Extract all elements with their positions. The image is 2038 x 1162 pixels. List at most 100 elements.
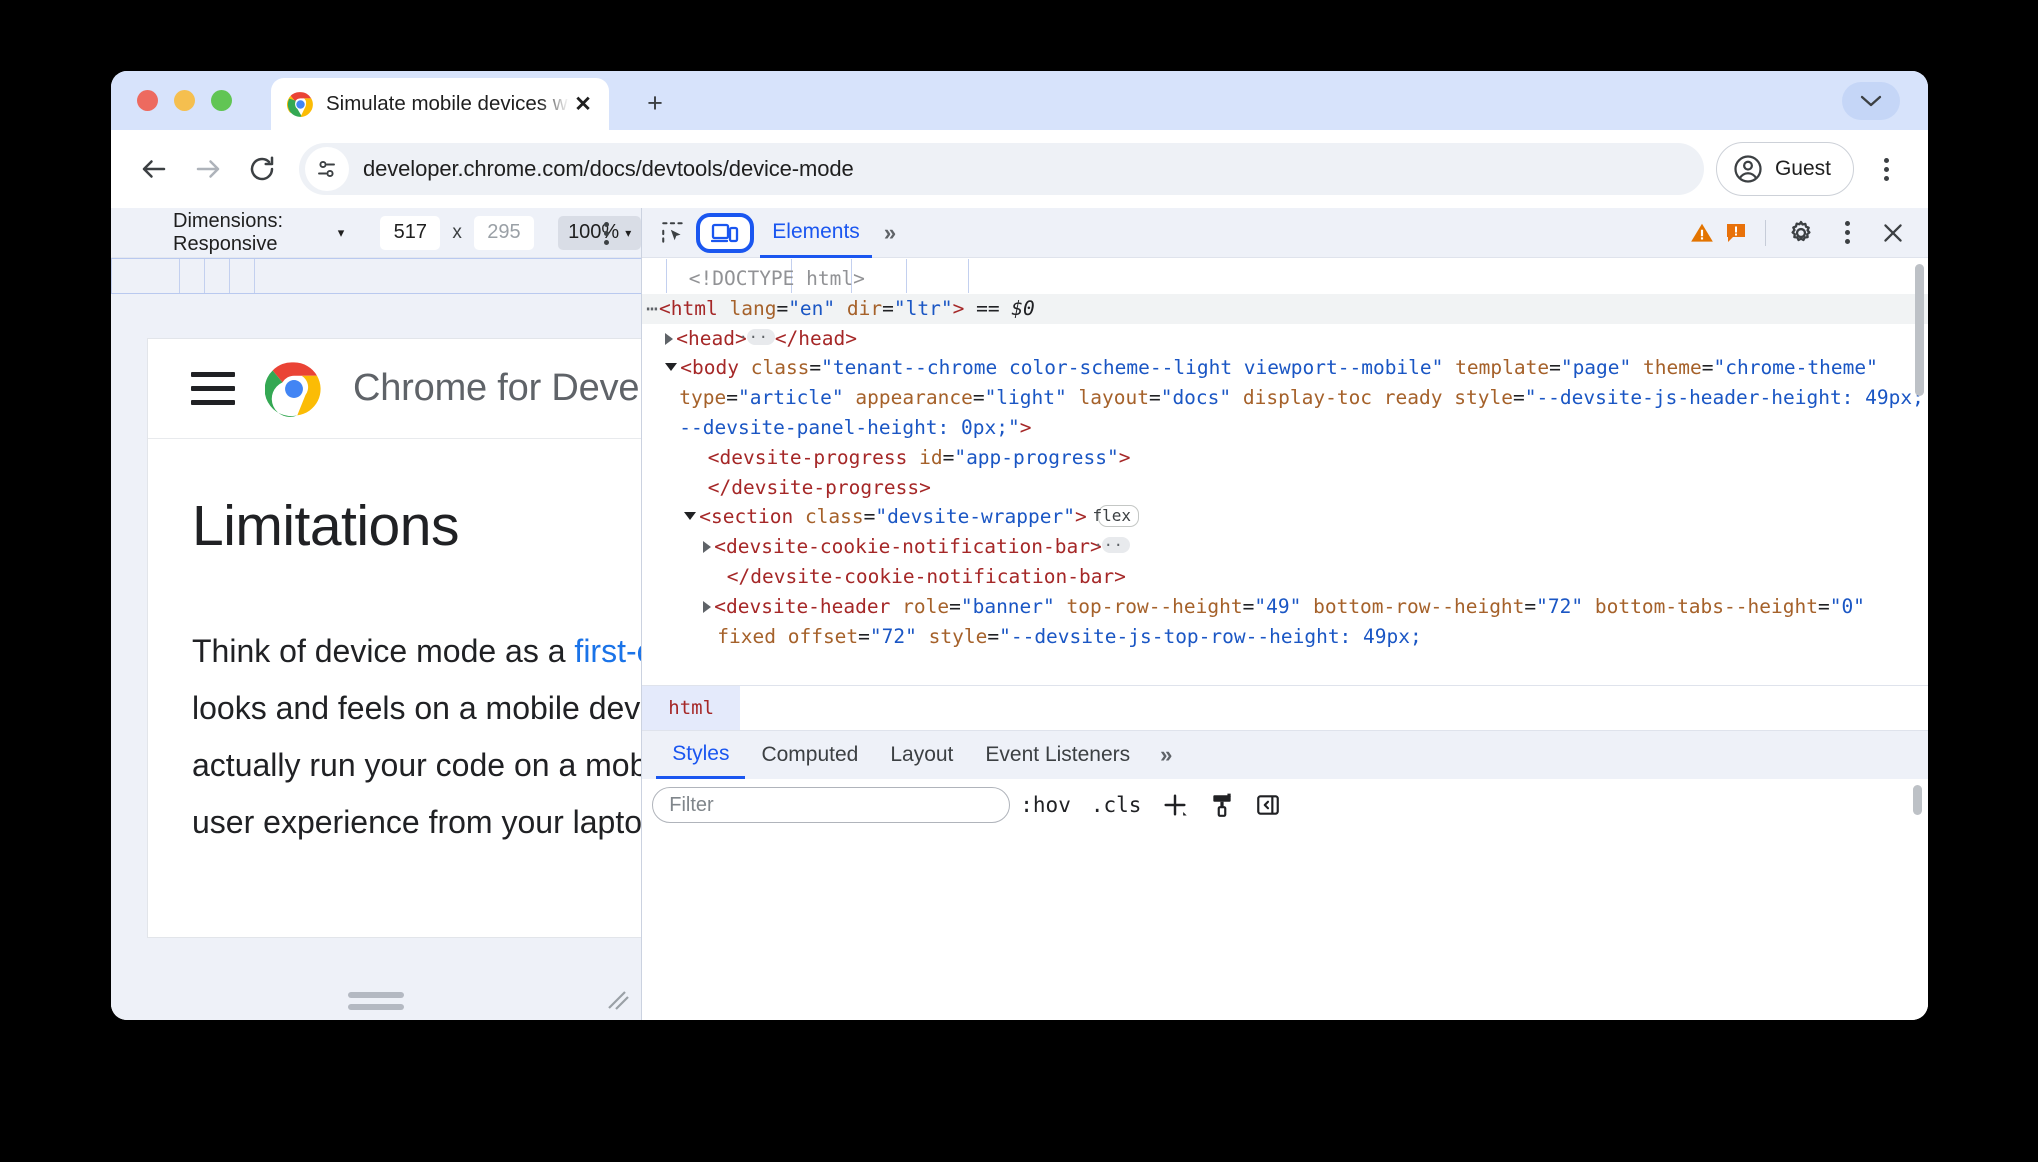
dom-token-sp xyxy=(1631,356,1643,379)
dom-node[interactable]: <devsite-header role="banner" top-row--h… xyxy=(642,592,1928,652)
profile-button[interactable]: Guest xyxy=(1715,142,1854,196)
dimensions-label[interactable]: Dimensions: Responsive xyxy=(173,210,331,256)
dom-token-tag: <html xyxy=(659,296,718,320)
close-window-button[interactable] xyxy=(137,90,158,111)
dom-token-sp xyxy=(1443,386,1455,409)
filter-input[interactable] xyxy=(652,787,1011,823)
tab-styles[interactable]: Styles xyxy=(656,731,746,779)
dom-token-attrname: type xyxy=(679,386,727,410)
first-order-approximation-link[interactable]: first-order approximation xyxy=(574,633,641,669)
inspect-element-icon[interactable] xyxy=(652,214,694,252)
minimize-window-button[interactable] xyxy=(174,90,195,111)
resize-handle-corner[interactable] xyxy=(605,986,631,1012)
dom-token-punc: = xyxy=(1549,356,1561,380)
panel-toggle-icon[interactable] xyxy=(1245,786,1291,824)
device-toolbar-icon[interactable] xyxy=(696,212,755,253)
chevron-down-icon: ▾ xyxy=(625,225,632,240)
collapsed-children-icon[interactable]: ··· xyxy=(739,328,775,345)
address-bar[interactable]: developer.chrome.com/docs/devtools/devic… xyxy=(299,143,1704,195)
maximize-window-button[interactable] xyxy=(211,90,232,111)
dom-node[interactable]: <!DOCTYPE html> xyxy=(642,264,1928,294)
class-toggle-button[interactable]: .cls xyxy=(1081,786,1152,824)
collapsed-children-icon[interactable]: ··· xyxy=(1094,537,1130,554)
dom-token-punc: = xyxy=(1817,594,1830,618)
chevron-down-icon[interactable] xyxy=(1842,82,1900,120)
kebab-menu-icon[interactable] xyxy=(1864,144,1908,194)
dom-token-tag: <devsite-cookie-notification-bar> xyxy=(714,535,1102,559)
styles-scrollbar[interactable] xyxy=(1913,785,1922,815)
sidebar-more-tabs-icon[interactable]: » xyxy=(1146,742,1184,768)
warning-triangle-icon[interactable] xyxy=(1687,218,1717,248)
dom-tree-scrollbar[interactable] xyxy=(1915,264,1924,396)
chevron-right-icon[interactable] xyxy=(703,541,712,554)
chevron-down-icon[interactable] xyxy=(665,363,678,372)
forward-arrow-icon[interactable] xyxy=(181,142,235,196)
dom-token-attrname: style xyxy=(928,624,988,648)
dom-token-attrname: dir xyxy=(846,296,883,320)
browser-tab[interactable]: Simulate mobile devices with ✕ xyxy=(271,78,609,130)
reload-icon[interactable] xyxy=(235,142,289,196)
plus-icon[interactable] xyxy=(1151,786,1199,824)
dom-node[interactable]: <devsite-cookie-notification-bar>··· xyxy=(642,532,1928,562)
dom-node[interactable]: <head>··· </head> xyxy=(642,324,1928,354)
tab-computed[interactable]: Computed xyxy=(745,731,874,779)
close-icon[interactable]: ✕ xyxy=(569,90,597,118)
dom-node[interactable]: </devsite-progress> xyxy=(642,473,1928,503)
sidebar-tabs: Styles Computed Layout Event Listeners» xyxy=(642,730,1928,779)
paintbrush-icon[interactable] xyxy=(1199,786,1245,824)
emulated-page-viewport[interactable]: Chrome for Developers Limitations Think … xyxy=(147,338,642,938)
breadcrumb-item-html[interactable]: html xyxy=(642,685,741,731)
tab-elements[interactable]: Elements xyxy=(760,209,872,258)
chevron-right-icon[interactable] xyxy=(703,600,712,613)
dom-node[interactable]: </devsite-cookie-notification-bar> xyxy=(642,562,1928,592)
dom-token-sp xyxy=(1372,386,1384,409)
error-badge-icon[interactable] xyxy=(1721,218,1751,248)
node-overflow-dots: ⋯ xyxy=(646,296,660,320)
viewport-height-input[interactable]: 295 xyxy=(473,215,535,250)
page-paragraph: Think of device mode as a first-order ap… xyxy=(192,623,641,851)
breadcrumb: html xyxy=(642,685,1928,731)
dom-token-punc: = xyxy=(882,296,894,320)
dom-token-tag: <body xyxy=(680,356,739,380)
dom-token-punc: = xyxy=(949,594,961,618)
dom-token-attrname: display-toc xyxy=(1242,386,1373,410)
page-title: Limitations xyxy=(192,494,459,558)
dom-node[interactable]: <body class="tenant--chrome color-scheme… xyxy=(642,353,1928,442)
close-icon[interactable] xyxy=(1872,214,1914,252)
devtools-more-tabs-icon[interactable]: » xyxy=(872,220,906,246)
gear-icon[interactable] xyxy=(1780,214,1822,252)
dom-tree[interactable]: <!DOCTYPE html> ⋯<html lang="en" dir="ltr… xyxy=(642,258,1928,685)
dom-node[interactable]: <devsite-progress id="app-progress"> xyxy=(642,443,1928,473)
dom-token-punc: = xyxy=(1524,594,1537,618)
viewport-width-input[interactable]: 517 xyxy=(380,215,441,250)
chevron-down-icon[interactable]: ▾ xyxy=(338,225,345,241)
back-arrow-icon[interactable] xyxy=(127,142,181,196)
flex-badge[interactable]: flex xyxy=(1092,505,1140,528)
dom-token-sp xyxy=(907,446,919,469)
dom-token-sp xyxy=(917,625,929,648)
resize-handle-bottom[interactable] xyxy=(348,992,405,1010)
dom-token-attrval: "docs" xyxy=(1160,386,1232,410)
new-tab-button[interactable]: + xyxy=(636,84,674,122)
dom-node[interactable]: <section class="devsite-wrapper"> flex xyxy=(642,502,1928,532)
dom-token-sp xyxy=(1055,595,1067,618)
dom-token-attrval: "page" xyxy=(1560,356,1632,380)
dom-token-tag: > xyxy=(1074,505,1087,529)
dom-token-sp xyxy=(1583,595,1595,618)
chevron-down-icon[interactable] xyxy=(684,512,697,521)
dom-token-tag: <devsite-header xyxy=(714,594,891,618)
styles-filter-bar: :hov .cls xyxy=(642,779,1928,831)
chevron-right-icon[interactable] xyxy=(665,332,674,345)
dom-token-attrname: class xyxy=(750,356,810,380)
hamburger-menu-icon[interactable] xyxy=(191,372,235,405)
dom-token-eqref: == $0 xyxy=(976,296,1035,320)
dom-token-tag: <section xyxy=(699,505,794,529)
dom-node[interactable]: ⋯<html lang="en" dir="ltr"> == $0 xyxy=(642,293,1928,324)
hover-state-button[interactable]: :hov xyxy=(1010,786,1081,824)
tab-layout[interactable]: Layout xyxy=(874,731,969,779)
kebab-menu-icon[interactable] xyxy=(1826,214,1868,252)
device-toolbar-menu-icon[interactable] xyxy=(593,220,619,246)
dom-token-punc: = xyxy=(863,505,876,529)
tune-icon[interactable] xyxy=(305,147,349,191)
tab-event-listeners[interactable]: Event Listeners xyxy=(969,731,1146,779)
